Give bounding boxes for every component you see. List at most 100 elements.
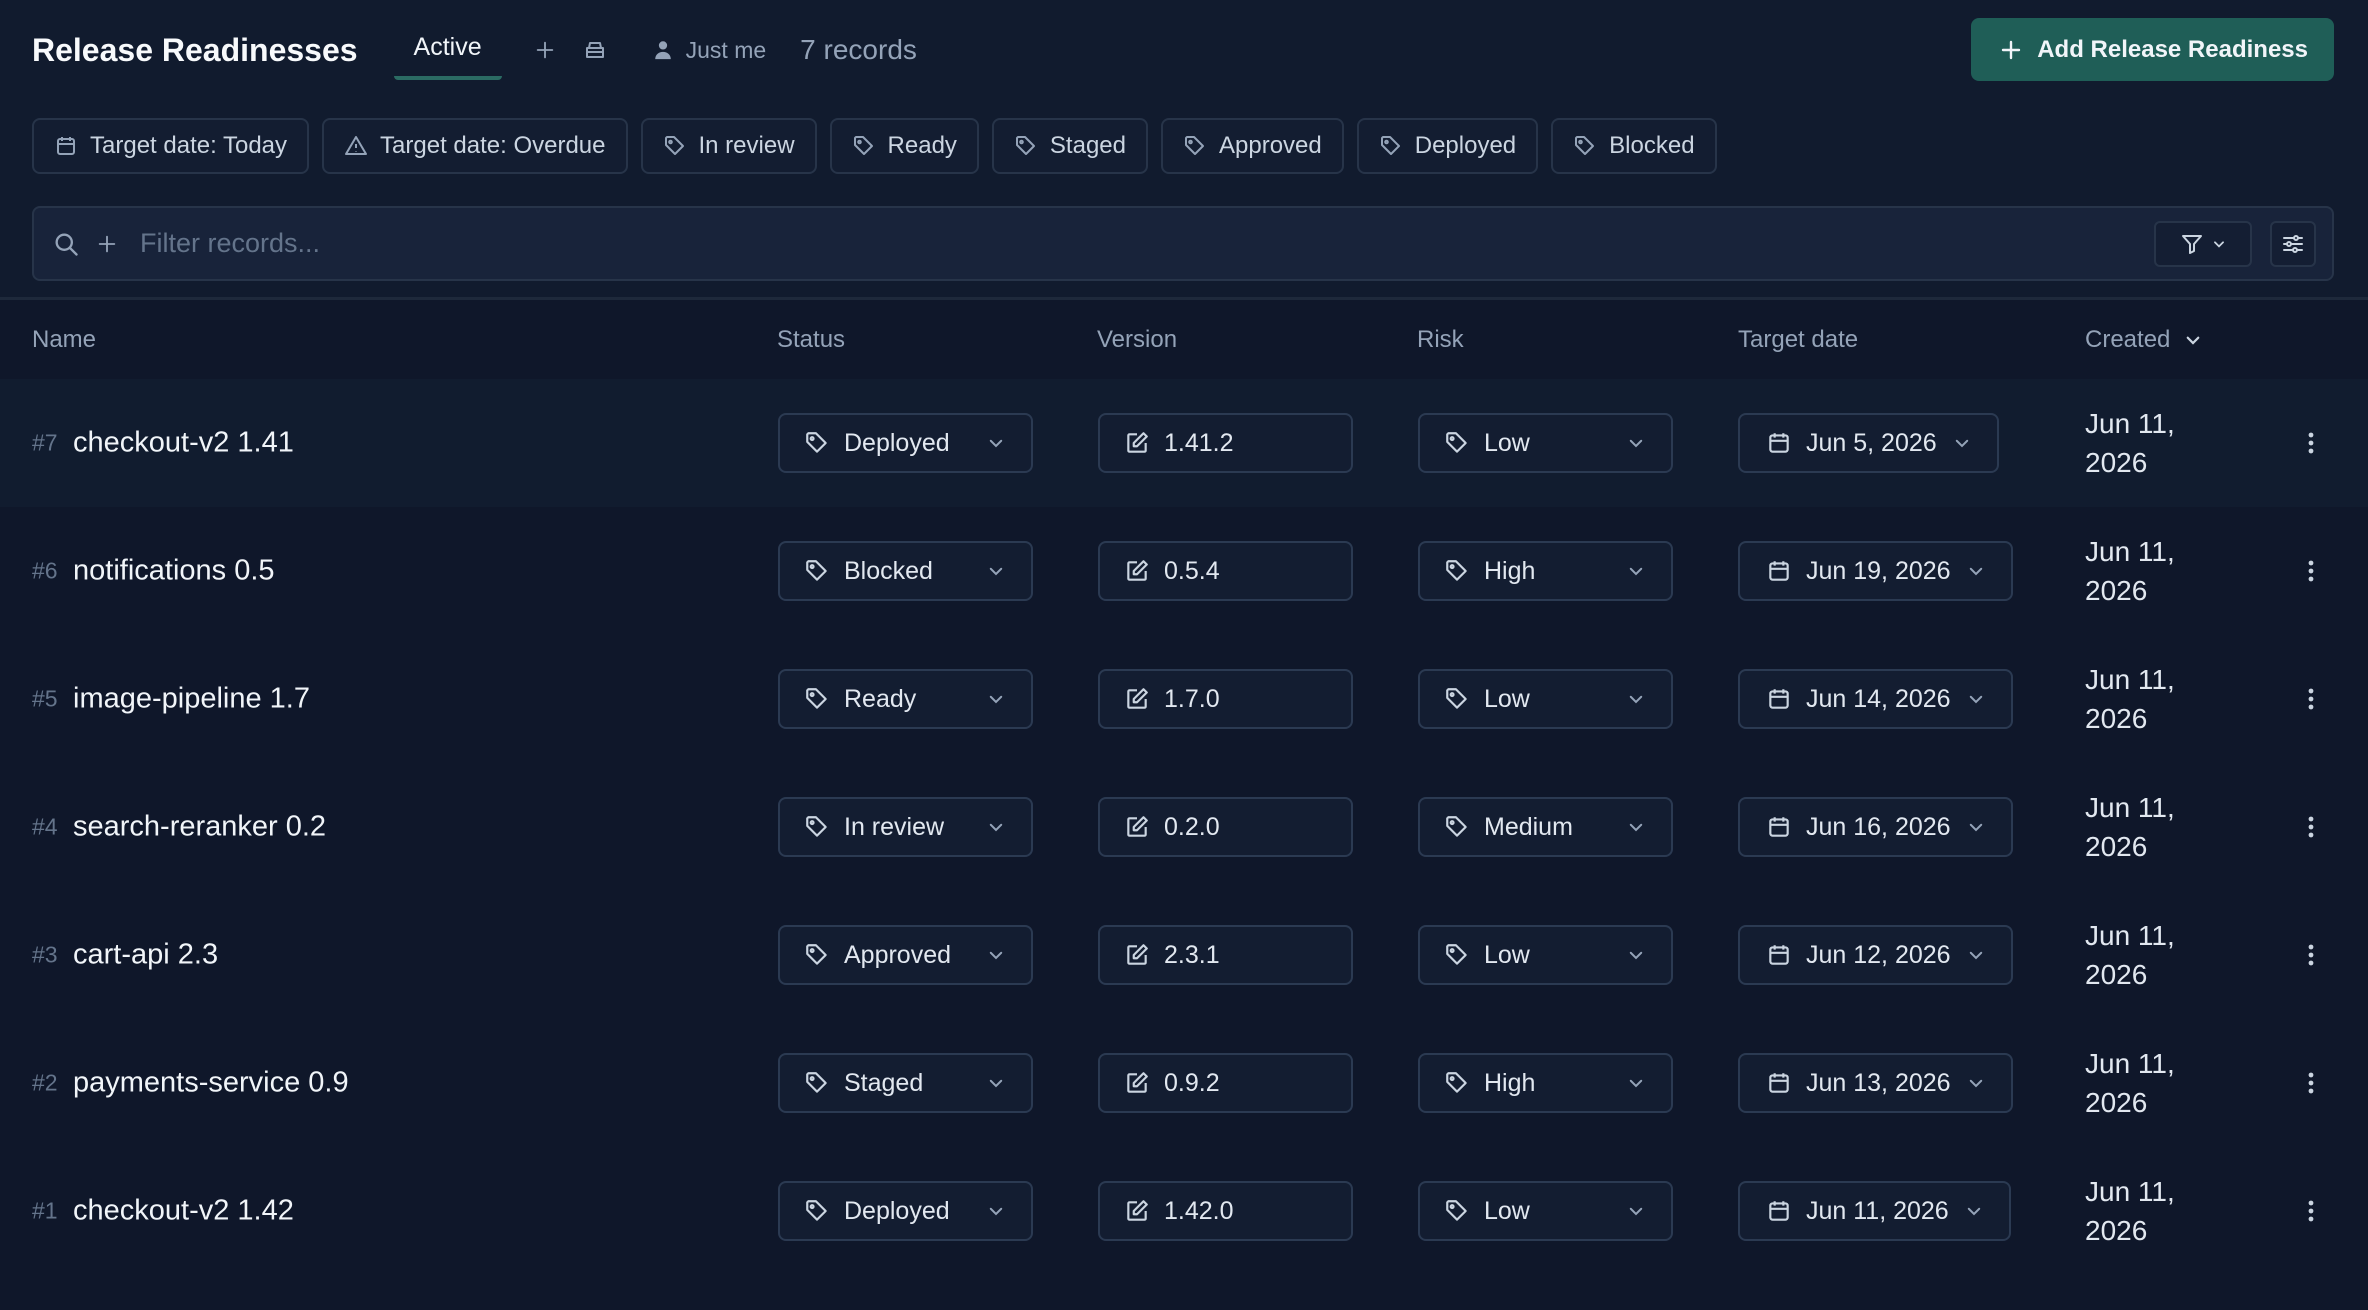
target-date-picker[interactable]: Jun 5, 2026 xyxy=(1738,413,1999,473)
chevron-down-icon xyxy=(989,823,1003,832)
status-select[interactable]: Ready xyxy=(778,669,1033,729)
title-row: Release Readinesses Active Just me 7 rec… xyxy=(32,18,2334,82)
status-select[interactable]: Deployed xyxy=(778,413,1033,473)
archive-button[interactable] xyxy=(574,29,616,71)
version-field[interactable]: 1.41.2 xyxy=(1098,413,1353,473)
quick-filter-chip[interactable]: In review xyxy=(640,118,817,174)
record-name[interactable]: payments-service 0.9 xyxy=(73,1067,349,1100)
target-date-value: Jun 12, 2026 xyxy=(1806,940,1951,969)
column-header-name[interactable]: Name xyxy=(32,326,96,354)
risk-select[interactable]: High xyxy=(1418,541,1673,601)
created-date-line: 2026 xyxy=(2085,1087,2148,1118)
table-row[interactable]: #6 notifications 0.5 Blocked 0.5.4 High … xyxy=(0,507,2368,635)
risk-select[interactable]: Low xyxy=(1418,1181,1673,1241)
table-row[interactable]: #5 image-pipeline 1.7 Ready 1.7.0 Low Ju… xyxy=(0,635,2368,763)
status-value: Deployed xyxy=(844,1196,950,1225)
status-select[interactable]: Approved xyxy=(778,925,1033,985)
risk-select[interactable]: Medium xyxy=(1418,797,1673,857)
column-header-status[interactable]: Status xyxy=(777,326,845,354)
calendar-icon xyxy=(1769,1201,1789,1221)
chip-label: Target date: Overdue xyxy=(380,132,606,159)
version-field[interactable]: 1.42.0 xyxy=(1098,1181,1353,1241)
version-field[interactable]: 0.5.4 xyxy=(1098,541,1353,601)
quick-filter-chip[interactable]: Blocked xyxy=(1551,118,1717,174)
column-header-risk[interactable]: Risk xyxy=(1417,326,1464,354)
filter-dropdown-button[interactable] xyxy=(2154,220,2252,267)
tag-icon xyxy=(806,432,827,453)
version-field[interactable]: 0.9.2 xyxy=(1098,1053,1353,1113)
status-select[interactable]: Deployed xyxy=(778,1181,1033,1241)
risk-select[interactable]: Low xyxy=(1418,413,1673,473)
owner-filter[interactable]: Just me xyxy=(652,37,766,64)
risk-select[interactable]: High xyxy=(1418,1053,1673,1113)
quick-filter-chip[interactable]: Ready xyxy=(829,118,979,174)
filter-input[interactable] xyxy=(138,218,2154,269)
quick-filter-chip[interactable]: Staged xyxy=(991,118,1148,174)
status-select[interactable]: In review xyxy=(778,797,1033,857)
record-name[interactable]: checkout-v2 1.41 xyxy=(73,427,294,460)
version-value: 0.5.4 xyxy=(1164,556,1220,585)
column-header-target-date[interactable]: Target date xyxy=(1738,326,1858,354)
version-value: 0.2.0 xyxy=(1164,812,1220,841)
column-header-created[interactable]: Created xyxy=(2085,326,2202,354)
quick-filter-chip[interactable]: Target date: Today xyxy=(32,118,310,174)
table-row[interactable]: #2 payments-service 0.9 Staged 0.9.2 Hig… xyxy=(0,1019,2368,1147)
view-settings-button[interactable] xyxy=(2270,220,2316,267)
quick-filter-chip[interactable]: Deployed xyxy=(1356,118,1539,174)
add-view-button[interactable] xyxy=(524,29,566,71)
row-actions-button[interactable] xyxy=(2298,809,2324,845)
quick-filter-chip[interactable]: Target date: Overdue xyxy=(322,118,628,174)
quick-filter-chip[interactable]: Approved xyxy=(1161,118,1344,174)
chevron-down-icon xyxy=(1629,823,1643,832)
more-vertical-icon xyxy=(2308,688,2314,710)
created-date: Jun 11, 2026 xyxy=(2085,532,2225,610)
created-date-line: 2026 xyxy=(2085,575,2148,606)
row-actions-button[interactable] xyxy=(2298,553,2324,589)
row-actions-button[interactable] xyxy=(2298,1193,2324,1229)
record-name[interactable]: checkout-v2 1.42 xyxy=(73,1195,294,1228)
record-name[interactable]: image-pipeline 1.7 xyxy=(73,683,310,716)
record-name[interactable]: cart-api 2.3 xyxy=(73,939,218,972)
version-value: 1.41.2 xyxy=(1164,428,1234,457)
tab-active[interactable]: Active xyxy=(393,21,502,80)
plus-icon[interactable] xyxy=(96,233,118,255)
chevron-down-icon xyxy=(989,695,1003,704)
target-date-picker[interactable]: Jun 14, 2026 xyxy=(1738,669,2013,729)
version-field[interactable]: 0.2.0 xyxy=(1098,797,1353,857)
table-row[interactable]: #7 checkout-v2 1.41 Deployed 1.41.2 Low … xyxy=(0,379,2368,507)
tag-icon xyxy=(806,944,827,965)
record-name[interactable]: notifications 0.5 xyxy=(73,555,275,588)
record-id: #6 xyxy=(32,557,58,584)
target-date-picker[interactable]: Jun 12, 2026 xyxy=(1738,925,2013,985)
edit-icon xyxy=(1127,944,1148,965)
row-actions-button[interactable] xyxy=(2298,1065,2324,1101)
risk-select[interactable]: Low xyxy=(1418,669,1673,729)
target-date-picker[interactable]: Jun 11, 2026 xyxy=(1738,1181,2011,1241)
status-select[interactable]: Staged xyxy=(778,1053,1033,1113)
column-header-version[interactable]: Version xyxy=(1097,326,1177,354)
target-date-picker[interactable]: Jun 19, 2026 xyxy=(1738,541,2013,601)
quick-filter-bar: Target date: Today Target date: Overdue … xyxy=(32,118,1730,174)
record-id: #7 xyxy=(32,429,58,456)
row-actions-button[interactable] xyxy=(2298,937,2324,973)
version-field[interactable]: 1.7.0 xyxy=(1098,669,1353,729)
created-date: Jun 11, 2026 xyxy=(2085,916,2225,994)
row-actions-button[interactable] xyxy=(2298,425,2324,461)
status-value: Staged xyxy=(844,1068,924,1097)
risk-select[interactable]: Low xyxy=(1418,925,1673,985)
table-row[interactable]: #4 search-reranker 0.2 In review 0.2.0 M… xyxy=(0,763,2368,891)
tag-icon xyxy=(1380,136,1400,155)
status-select[interactable]: Blocked xyxy=(778,541,1033,601)
version-field[interactable]: 2.3.1 xyxy=(1098,925,1353,985)
add-release-readiness-button[interactable]: Add Release Readiness xyxy=(1971,18,2334,81)
record-name[interactable]: search-reranker 0.2 xyxy=(73,811,326,844)
table-row[interactable]: #1 checkout-v2 1.42 Deployed 1.42.0 Low … xyxy=(0,1147,2368,1275)
target-date-picker[interactable]: Jun 13, 2026 xyxy=(1738,1053,2013,1113)
add-button-label: Add Release Readiness xyxy=(2037,35,2308,63)
chevron-down-icon xyxy=(989,439,1003,448)
target-date-picker[interactable]: Jun 16, 2026 xyxy=(1738,797,2013,857)
chevron-down-icon xyxy=(1629,567,1643,576)
row-actions-button[interactable] xyxy=(2298,681,2324,717)
tag-icon xyxy=(806,688,827,709)
table-row[interactable]: #3 cart-api 2.3 Approved 2.3.1 Low Jun 1… xyxy=(0,891,2368,1019)
